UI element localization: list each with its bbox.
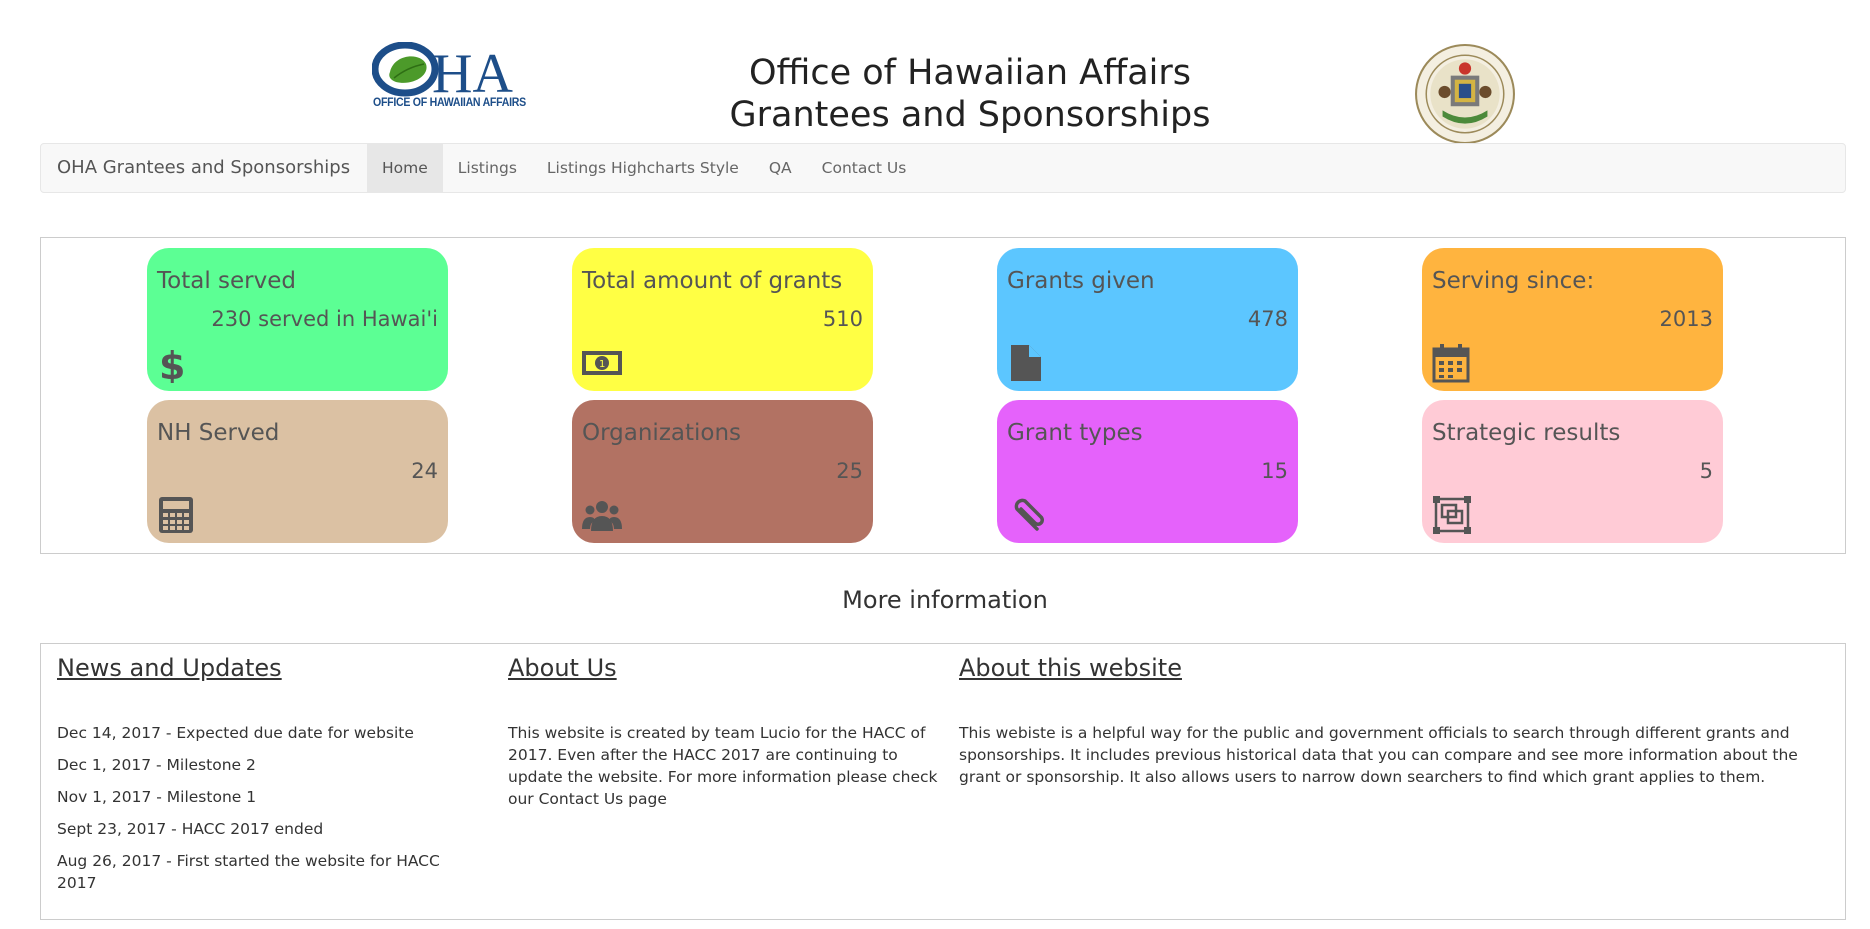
users-icon xyxy=(582,501,622,531)
about-us-column: About Us This website is created by team… xyxy=(508,654,938,810)
stat-title: Organizations xyxy=(582,420,742,446)
stat-value: 510 xyxy=(822,307,863,331)
stat-title: Serving since: xyxy=(1432,268,1595,294)
nav-item-contact-us[interactable]: Contact Us xyxy=(807,144,922,192)
calculator-icon xyxy=(159,497,193,533)
nav-item-home[interactable]: Home xyxy=(367,144,443,192)
page-title-line1: Office of Hawaiian Affairs xyxy=(748,53,1192,93)
stat-card-serving-since: Serving since: 2013 xyxy=(1422,248,1723,391)
stat-card-total-grants: Total amount of grants 510 1 xyxy=(572,248,873,391)
stat-value: 2013 xyxy=(1659,307,1713,331)
stat-value: 478 xyxy=(1247,307,1288,331)
about-site-text: This webiste is a helpful way for the pu… xyxy=(959,724,1798,786)
stat-title: Grants given xyxy=(1007,268,1155,294)
stat-title: Strategic results xyxy=(1432,420,1621,446)
oha-logo-subtext: OFFICE OF HAWAIIAN AFFAIRS xyxy=(373,97,526,109)
stat-card-strategic-results: Strategic results 5 xyxy=(1422,400,1723,543)
object-group-icon xyxy=(1433,496,1471,534)
stat-title: Total amount of grants xyxy=(582,268,843,294)
navbar: OHA Grantees and Sponsorships Home Listi… xyxy=(40,143,1846,193)
stat-card-total-served: Total served 230 served in Hawai'i $ xyxy=(147,248,448,391)
stats-panel: Total served 230 served in Hawai'i $ Tot… xyxy=(40,237,1846,554)
stat-card-grant-types: Grant types 15 xyxy=(997,400,1298,543)
stat-title: Grant types xyxy=(1007,420,1143,446)
news-item: Dec 14, 2017 - Expected due date for web… xyxy=(57,724,414,742)
stat-value: 5 xyxy=(1699,459,1713,483)
nav-item-listings[interactable]: Listings xyxy=(443,144,532,192)
info-panel: News and Updates Dec 14, 2017 - Expected… xyxy=(40,643,1846,920)
navbar-brand[interactable]: OHA Grantees and Sponsorships xyxy=(57,144,350,192)
stat-value: 25 xyxy=(836,459,863,483)
about-site-column: About this website This webiste is a hel… xyxy=(959,654,1835,788)
news-list: Dec 14, 2017 - Expected due date for web… xyxy=(57,722,457,894)
stat-value: 230 served in Hawai'i xyxy=(211,307,438,331)
page-header: HA OFFICE OF HAWAIIAN AFFAIRS Office of … xyxy=(0,0,1870,144)
stat-title: Total served xyxy=(157,268,296,294)
news-item: Nov 1, 2017 - Milestone 1 xyxy=(57,788,257,806)
page-title-line2: Grantees and Sponsorships xyxy=(729,95,1211,135)
news-item: Aug 26, 2017 - First started the website… xyxy=(57,852,440,892)
oha-logo-letters: HA xyxy=(432,43,513,100)
dollar-icon: $ xyxy=(159,344,185,383)
news-column: News and Updates Dec 14, 2017 - Expected… xyxy=(57,654,457,904)
svg-text:$: $ xyxy=(159,344,185,383)
paperclip-icon xyxy=(1014,498,1044,531)
file-icon xyxy=(1011,345,1041,381)
news-heading: News and Updates xyxy=(57,654,282,682)
stat-card-nh-served: NH Served 24 xyxy=(147,400,448,543)
stat-value: 24 xyxy=(411,459,438,483)
about-us-text: This website is created by team Lucio fo… xyxy=(508,724,938,808)
stat-value: 15 xyxy=(1261,459,1288,483)
nav-menu: Home Listings Listings Highcharts Style … xyxy=(367,144,921,192)
state-seal-icon xyxy=(1415,44,1515,144)
page-title: Office of Hawaiian Affairs Grantees and … xyxy=(650,52,1290,136)
money-bill-icon: 1 xyxy=(582,351,622,375)
news-item: Dec 1, 2017 - Milestone 2 xyxy=(57,756,256,774)
oha-logo-mark: HA xyxy=(372,42,513,100)
stat-card-organizations: Organizations 25 xyxy=(572,400,873,543)
more-information-heading: More information xyxy=(842,586,1048,614)
oha-logo[interactable]: HA OFFICE OF HAWAIIAN AFFAIRS xyxy=(372,42,528,114)
svg-text:1: 1 xyxy=(599,359,605,370)
nav-item-qa[interactable]: QA xyxy=(754,144,807,192)
nav-item-listings-highcharts[interactable]: Listings Highcharts Style xyxy=(532,144,754,192)
stat-card-grants-given: Grants given 478 xyxy=(997,248,1298,391)
about-us-heading: About Us xyxy=(508,654,617,682)
news-item: Sept 23, 2017 - HACC 2017 ended xyxy=(57,820,324,838)
stat-title: NH Served xyxy=(157,420,280,446)
calendar-icon xyxy=(1432,344,1470,383)
about-site-heading: About this website xyxy=(959,654,1182,682)
